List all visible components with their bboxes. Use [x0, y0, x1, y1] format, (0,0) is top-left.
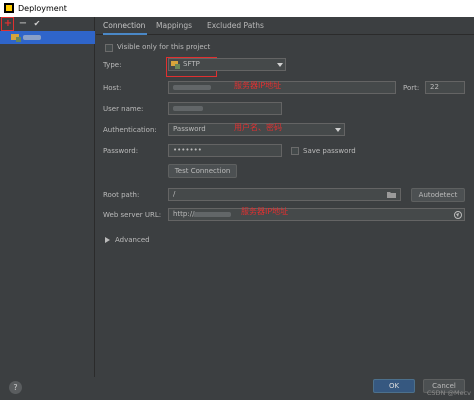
dialog-footer: ? OK Cancel CSDN @Mecv [0, 377, 474, 400]
authentication-label: Authentication: [103, 126, 157, 134]
set-default-icon[interactable]: ✔ [31, 18, 43, 30]
host-value-redacted [173, 85, 211, 90]
visible-only-label: Visible only for this project [117, 43, 211, 51]
title-bar: Deployment [0, 0, 474, 17]
url-annotation: 服务器IP地址 [241, 207, 289, 216]
sftp-server-icon [11, 34, 21, 42]
sftp-icon [171, 61, 180, 69]
type-value: SFTP [183, 60, 200, 68]
folder-icon[interactable] [387, 191, 396, 198]
type-select[interactable]: SFTP [168, 58, 286, 71]
web-server-url-label: Web server URL: [103, 211, 162, 219]
tab-excluded-paths[interactable]: Excluded Paths [207, 17, 264, 35]
password-value: ••••••• [173, 146, 202, 154]
save-password-checkbox[interactable] [291, 147, 299, 155]
add-server-icon[interactable]: + [2, 18, 14, 30]
authentication-value: Password [173, 125, 206, 133]
tab-connection[interactable]: Connection [103, 17, 147, 35]
root-path-input[interactable]: / [168, 188, 401, 201]
app-icon [4, 3, 14, 13]
tab-mappings[interactable]: Mappings [156, 17, 192, 35]
port-input[interactable]: 22 [425, 81, 465, 94]
type-dropdown-icon [277, 63, 283, 67]
web-server-url-value: http:// [173, 210, 195, 218]
visible-only-checkbox[interactable] [105, 44, 113, 52]
authentication-dropdown-icon [335, 128, 341, 132]
type-label: Type: [103, 61, 122, 69]
ok-button[interactable]: OK [373, 379, 415, 393]
host-label: Host: [103, 84, 122, 92]
port-label: Port: [403, 84, 420, 92]
server-name-redacted [23, 35, 41, 40]
watermark: CSDN @Mecv [426, 389, 471, 397]
root-path-label: Root path: [103, 191, 140, 199]
save-password-label: Save password [303, 147, 356, 155]
server-list-item[interactable] [0, 31, 95, 44]
url-value-redacted [193, 212, 231, 217]
password-label: Password: [103, 147, 139, 155]
username-value-redacted [173, 106, 203, 111]
advanced-label[interactable]: Advanced [115, 236, 150, 245]
port-value: 22 [430, 83, 439, 91]
host-annotation: 服务器IP地址 [234, 81, 282, 90]
test-connection-button[interactable]: Test Connection [168, 164, 237, 178]
help-button[interactable]: ? [9, 381, 22, 394]
server-list-panel: + − ✔ [0, 17, 95, 377]
password-input[interactable]: ••••••• [168, 144, 282, 157]
auth-annotation: 用户名、密码 [234, 123, 282, 132]
remove-server-icon[interactable]: − [17, 18, 29, 30]
root-path-value: / [173, 190, 176, 198]
window-title: Deployment [18, 4, 67, 13]
autodetect-button[interactable]: Autodetect [411, 188, 465, 202]
tab-bar: Connection Mappings Excluded Paths [96, 17, 474, 35]
expand-arrow-icon[interactable] [105, 237, 110, 243]
open-browser-icon[interactable] [454, 211, 462, 219]
server-list-toolbar: + − ✔ [0, 17, 95, 31]
username-label: User name: [103, 105, 144, 113]
